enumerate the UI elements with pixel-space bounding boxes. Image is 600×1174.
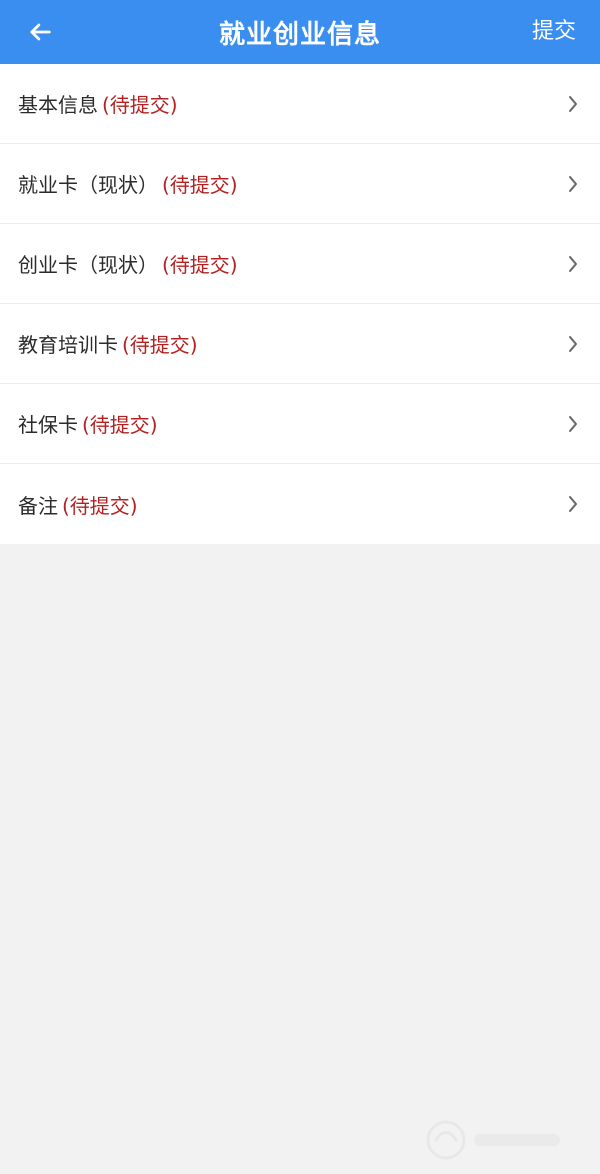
list-item-entrepreneurship-card[interactable]: 创业卡（现状） (待提交) (0, 224, 600, 304)
list-item-status: (待提交) (122, 333, 198, 357)
list-item-status: (待提交) (162, 253, 238, 277)
list-item-basic-info[interactable]: 基本信息 (待提交) (0, 64, 600, 144)
list-item-label: 教育培训卡 (18, 333, 118, 357)
list-item-label: 就业卡（现状） (18, 173, 158, 197)
list-item-social-security-card[interactable]: 社保卡 (待提交) (0, 384, 600, 464)
list-item-notes[interactable]: 备注 (待提交) (0, 464, 600, 544)
list-item-status: (待提交) (162, 173, 238, 197)
watermark-logo (422, 1114, 572, 1166)
arrow-left-icon (30, 23, 51, 41)
list-item-status: (待提交) (82, 413, 158, 437)
chevron-right-icon (564, 175, 582, 193)
list-item-status: (待提交) (62, 493, 138, 518)
chevron-right-icon (564, 95, 582, 113)
app-screen: 就业创业信息 提交 基本信息 (待提交) 就业卡（现状） (待提交) 创业卡（现… (0, 0, 600, 1174)
list-item-label: 备注 (18, 493, 58, 518)
list-item-education-training-card[interactable]: 教育培训卡 (待提交) (0, 304, 600, 384)
page-title: 就业创业信息 (218, 19, 381, 50)
chevron-right-icon (564, 255, 582, 273)
info-list: 基本信息 (待提交) 就业卡（现状） (待提交) 创业卡（现状） (待提交) 教… (0, 64, 600, 544)
back-button[interactable] (20, 12, 60, 52)
list-item-label: 社保卡 (18, 413, 78, 437)
list-item-employment-card[interactable]: 就业卡（现状） (待提交) (0, 144, 600, 224)
list-item-label: 基本信息 (18, 93, 98, 117)
list-item-status: (待提交) (102, 93, 178, 117)
list-item-label: 创业卡（现状） (18, 253, 158, 277)
chevron-right-icon (564, 415, 582, 433)
submit-button[interactable]: 提交 (532, 14, 576, 50)
chevron-right-icon (564, 495, 582, 513)
top-app-bar: 就业创业信息 提交 (0, 0, 600, 64)
chevron-right-icon (564, 335, 582, 353)
